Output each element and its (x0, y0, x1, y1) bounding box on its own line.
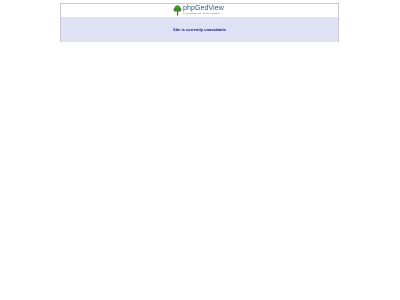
status-message: Site is currently unavailable (173, 27, 226, 32)
logo-subtitle: the genealogy tool - on-line and offline (183, 12, 221, 15)
header-bar: phpGedView the genealogy tool - on-line … (61, 4, 338, 18)
tree-icon (173, 5, 182, 16)
unavailable-panel: phpGedView the genealogy tool - on-line … (60, 3, 339, 42)
site-logo[interactable]: phpGedView the genealogy tool - on-line … (173, 5, 224, 16)
message-area: Site is currently unavailable (61, 17, 338, 42)
logo-title: phpGedView (183, 5, 224, 12)
